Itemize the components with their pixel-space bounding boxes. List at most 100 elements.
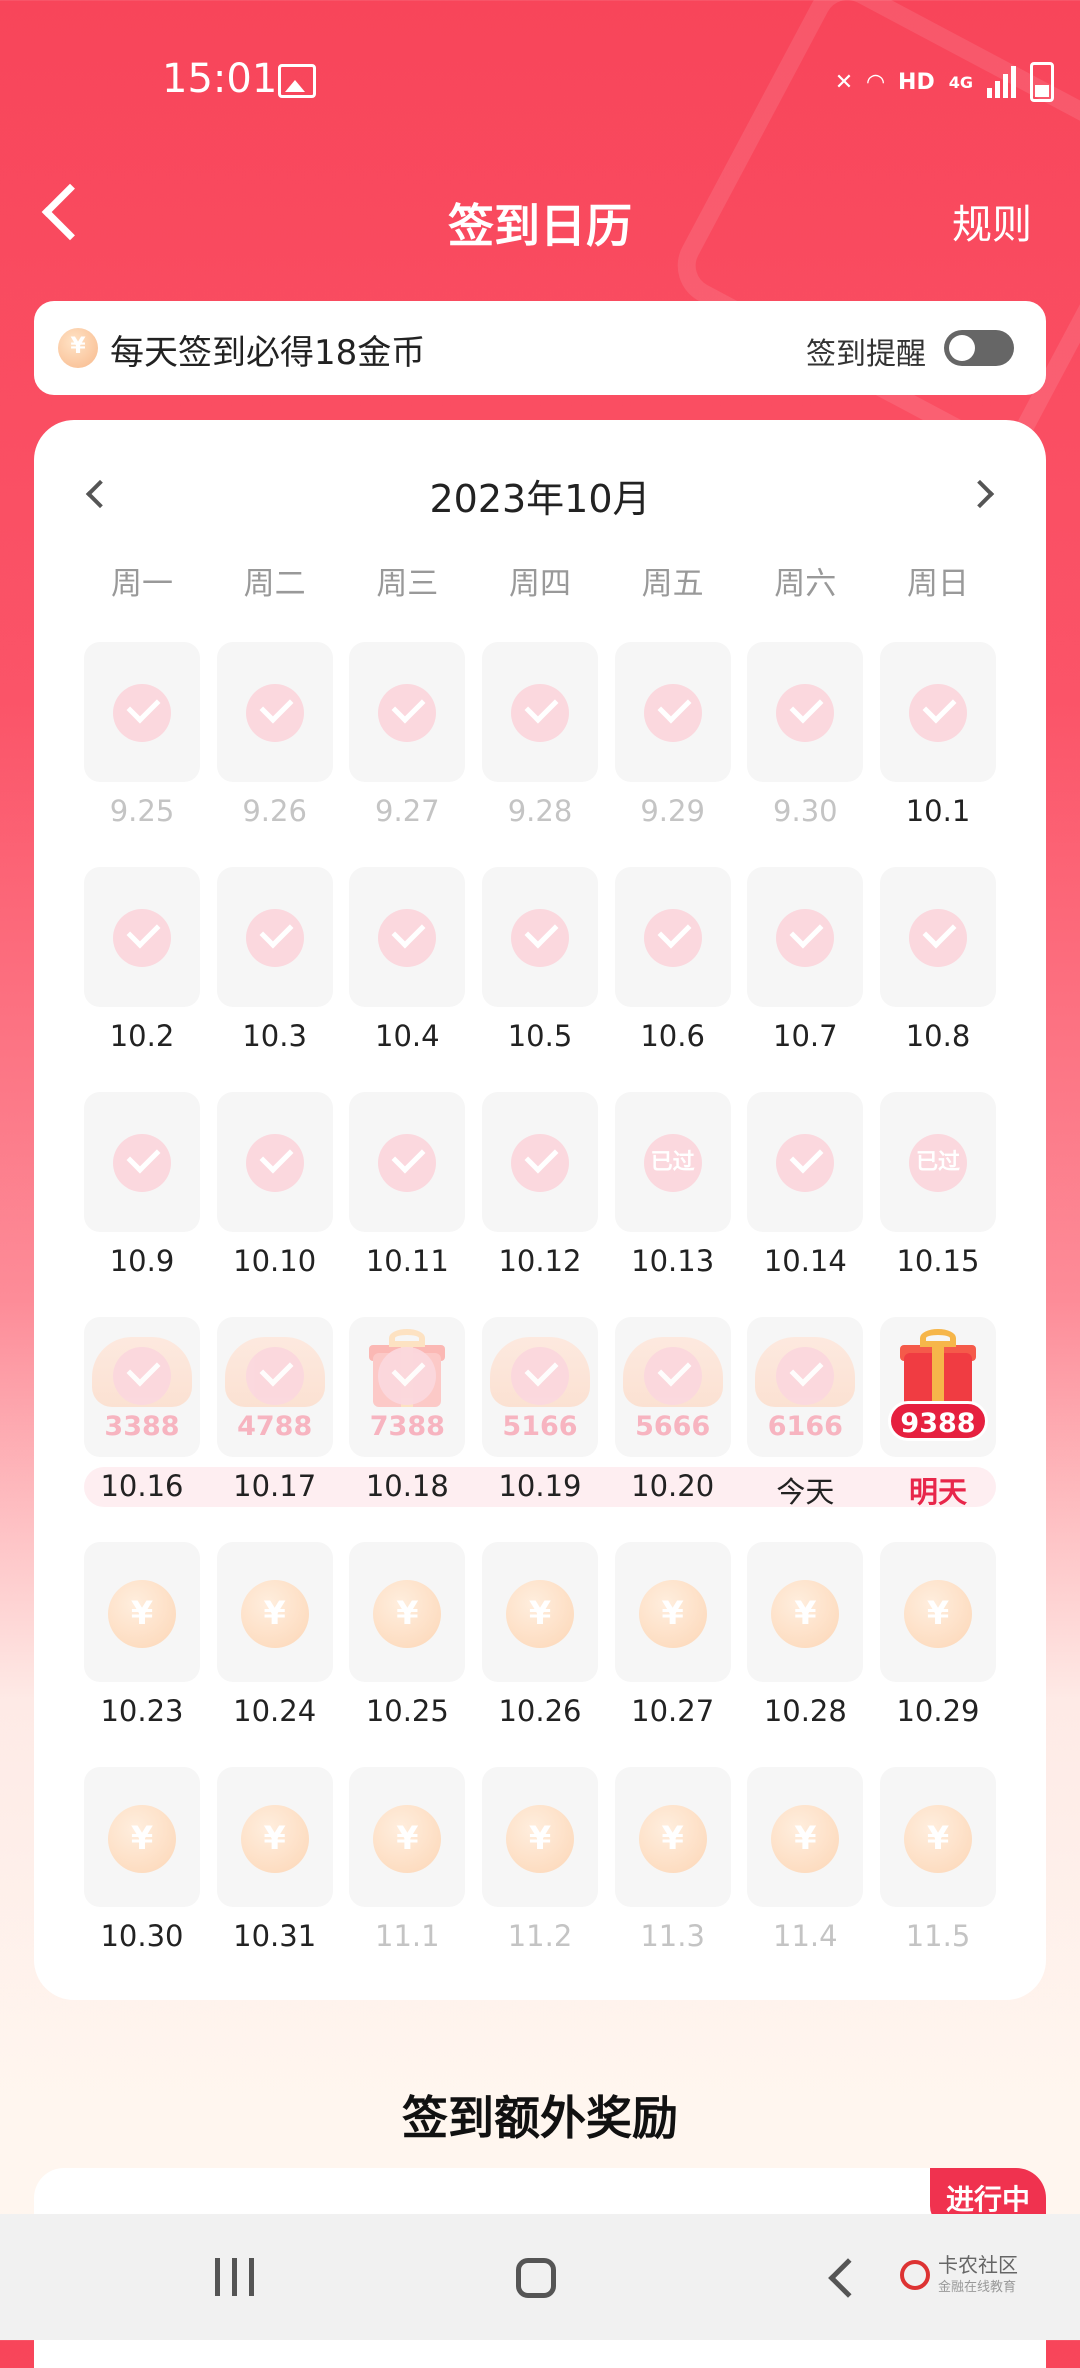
day-label: 10.19 bbox=[498, 1469, 582, 1503]
checkmark-icon bbox=[776, 909, 835, 967]
day-label: 10.27 bbox=[631, 1694, 715, 1728]
checkmark-icon bbox=[245, 1347, 304, 1405]
day-tile bbox=[747, 867, 864, 1007]
nav-back-button[interactable] bbox=[828, 2258, 868, 2298]
calendar-day-cell[interactable]: 10.7 bbox=[747, 867, 864, 1087]
calendar-week-row: 3388 10.16 4788 10.17 7388 10.18 5166 10.19 5666… bbox=[84, 1317, 996, 1542]
calendar-day-cell[interactable]: 5166 10.19 bbox=[482, 1317, 598, 1537]
calendar-day-cell[interactable]: 10.25 bbox=[349, 1542, 466, 1762]
day-tile: 9388 bbox=[880, 1317, 996, 1457]
calendar-day-cell[interactable]: 5666 10.20 bbox=[614, 1317, 731, 1537]
checkmark-icon bbox=[776, 1134, 835, 1192]
status-icons: ✕ ◠ HD 4G bbox=[835, 62, 1054, 102]
calendar-day-cell[interactable]: 10.4 bbox=[349, 867, 466, 1087]
calendar-day-cell[interactable]: 10.11 bbox=[349, 1092, 466, 1312]
calendar-day-cell[interactable]: 10.24 bbox=[216, 1542, 333, 1762]
calendar-day-cell[interactable]: 10.2 bbox=[84, 867, 200, 1087]
calendar-day-cell[interactable]: 10.12 bbox=[482, 1092, 598, 1312]
calendar-day-cell[interactable]: 10.8 bbox=[880, 867, 996, 1087]
day-label: 明天 bbox=[908, 1475, 967, 1509]
rules-link[interactable]: 规则 bbox=[952, 192, 1032, 250]
calendar-day-cell[interactable]: 11.3 bbox=[614, 1767, 731, 1987]
calendar-day-cell[interactable]: 10.14 bbox=[747, 1092, 864, 1312]
battery-icon bbox=[1030, 62, 1054, 102]
calendar-day-cell[interactable]: 已过 10.13 bbox=[614, 1092, 731, 1312]
cell-label: 4G bbox=[948, 72, 973, 92]
day-tile bbox=[84, 1767, 200, 1907]
toggle-knob bbox=[949, 335, 975, 361]
weekday-label: 周日 bbox=[906, 566, 969, 602]
status-time: 15:01 bbox=[162, 56, 278, 102]
day-label: 9.27 bbox=[375, 794, 440, 828]
coin-icon bbox=[506, 1580, 574, 1648]
gift-box-icon bbox=[900, 1329, 976, 1409]
calendar-day-cell[interactable]: 10.31 bbox=[216, 1767, 333, 1987]
day-label: 11.4 bbox=[773, 1919, 838, 1953]
calendar-day-cell[interactable]: 4788 10.17 bbox=[216, 1317, 333, 1537]
coin-icon bbox=[240, 1805, 309, 1873]
calendar-day-cell[interactable]: 10.23 bbox=[84, 1542, 200, 1762]
calendar-day-cell[interactable]: 9.29 bbox=[614, 642, 731, 862]
checkmark-icon bbox=[245, 684, 304, 742]
calendar-day-cell[interactable]: 10.26 bbox=[482, 1542, 598, 1762]
calendar-day-cell[interactable]: 10.1 bbox=[880, 642, 996, 862]
day-tile bbox=[614, 1767, 731, 1907]
reward-amount: 5666 bbox=[635, 1411, 711, 1442]
day-label: 10.16 bbox=[100, 1469, 184, 1503]
day-tile bbox=[880, 642, 996, 782]
calendar-day-cell[interactable]: 10.3 bbox=[216, 867, 333, 1087]
day-tile bbox=[349, 1767, 466, 1907]
coin-icon bbox=[771, 1805, 840, 1873]
coin-icon bbox=[240, 1580, 309, 1648]
status-bar: 15:01 ✕ ◠ HD 4G bbox=[0, 0, 1080, 160]
calendar-day-cell[interactable]: 10.10 bbox=[216, 1092, 333, 1312]
day-label: 10.2 bbox=[109, 1019, 175, 1053]
calendar-day-cell[interactable]: 10.30 bbox=[84, 1767, 200, 1987]
calendar-day-cell[interactable]: 11.5 bbox=[880, 1767, 996, 1987]
home-button[interactable] bbox=[516, 2258, 556, 2298]
calendar-day-cell[interactable]: 10.6 bbox=[614, 867, 731, 1087]
calendar-day-cell[interactable]: 9.26 bbox=[216, 642, 333, 862]
gallery-icon bbox=[278, 64, 316, 98]
calendar-day-cell[interactable]: 10.29 bbox=[880, 1542, 996, 1762]
day-tile bbox=[482, 1092, 598, 1232]
calendar-day-cell[interactable]: 7388 10.18 bbox=[349, 1317, 466, 1537]
remind-toggle[interactable] bbox=[944, 330, 1014, 366]
calendar-card: 2023年10月 周一 周二 周三 周四 周五 周六 周日 9.25 9.26 9.… bbox=[34, 420, 1046, 2000]
recent-apps-button[interactable] bbox=[215, 2258, 254, 2296]
reward-amount: 4788 bbox=[237, 1411, 313, 1442]
calendar-day-cell[interactable]: 11.4 bbox=[747, 1767, 864, 1987]
day-label: 10.6 bbox=[640, 1019, 705, 1053]
calendar-day-cell[interactable]: 已过 10.15 bbox=[880, 1092, 996, 1312]
calendar-day-cell[interactable]: 9388 明天 bbox=[880, 1317, 996, 1537]
day-label: 10.13 bbox=[631, 1244, 715, 1278]
calendar-day-cell[interactable]: 10.28 bbox=[747, 1542, 864, 1762]
day-tile bbox=[84, 1542, 200, 1682]
calendar-day-cell[interactable]: 9.25 bbox=[84, 642, 200, 862]
checkmark-icon bbox=[643, 684, 702, 742]
day-label: 10.4 bbox=[375, 1019, 440, 1053]
calendar-day-cell[interactable]: 10.27 bbox=[614, 1542, 731, 1762]
calendar-day-cell[interactable]: 10.5 bbox=[482, 867, 598, 1087]
day-label: 10.28 bbox=[763, 1694, 847, 1728]
calendar-day-cell[interactable]: 11.1 bbox=[349, 1767, 466, 1987]
calendar-day-cell[interactable]: 9.30 bbox=[747, 642, 864, 862]
calendar-day-cell[interactable]: 6166 今天 bbox=[747, 1317, 864, 1537]
day-tile bbox=[614, 1542, 731, 1682]
day-label: 11.3 bbox=[640, 1919, 705, 1953]
calendar-day-cell[interactable]: 9.27 bbox=[349, 642, 466, 862]
signal-icon bbox=[987, 66, 1016, 98]
calendar-week-row: 10.23 10.24 10.25 10.26 10.27 10.28 10.29 bbox=[84, 1542, 996, 1767]
calendar-day-cell[interactable]: 10.9 bbox=[84, 1092, 200, 1312]
checkmark-icon bbox=[378, 909, 437, 967]
day-tile bbox=[747, 642, 864, 782]
wifi-icon: ◠ bbox=[867, 69, 885, 95]
day-tile bbox=[482, 867, 598, 1007]
calendar-day-cell[interactable]: 11.2 bbox=[482, 1767, 598, 1987]
day-tile: 已过 bbox=[880, 1092, 996, 1232]
calendar-day-cell[interactable]: 9.28 bbox=[482, 642, 598, 862]
calendar-day-cell[interactable]: 3388 10.16 bbox=[84, 1317, 200, 1537]
checkmark-icon bbox=[776, 1347, 835, 1405]
day-label: 10.7 bbox=[773, 1019, 838, 1053]
day-tile bbox=[84, 1092, 200, 1232]
